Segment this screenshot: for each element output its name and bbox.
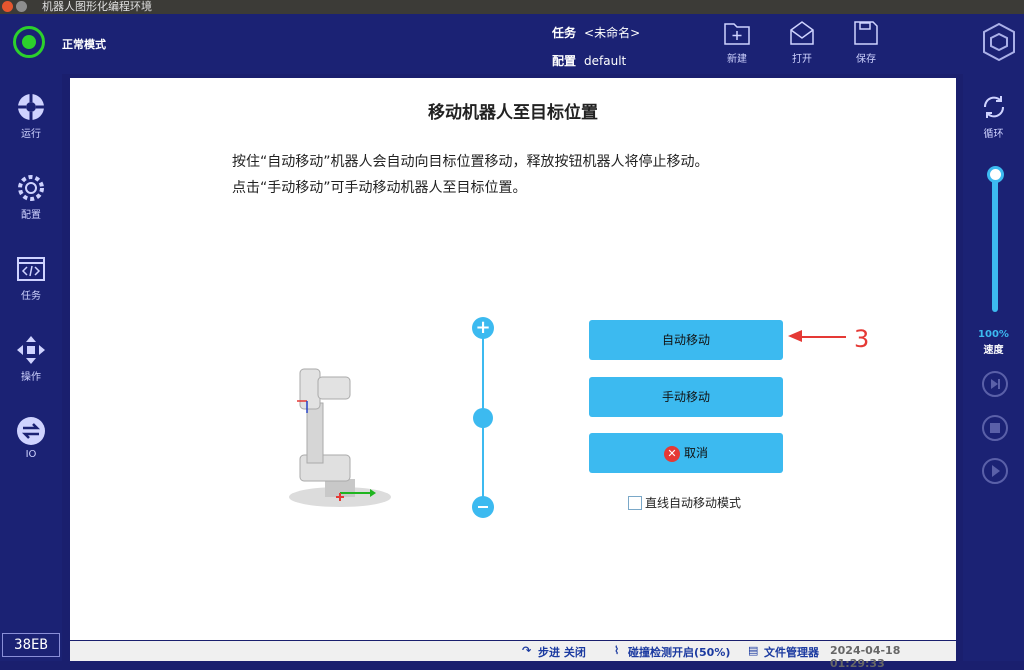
stop-icon — [990, 423, 1000, 433]
sidebar-item-label: IO — [25, 449, 37, 460]
task-value: <未命名> — [584, 26, 641, 40]
auto-move-button[interactable]: 自动移动 — [589, 320, 783, 360]
config-label: 配置 — [552, 54, 577, 68]
file-manager-link[interactable]: 文件管理器 — [764, 644, 819, 660]
task-info: 任务 <未命名> — [552, 24, 640, 41]
sidebar-item-label: 运行 — [21, 129, 41, 140]
right-panel: 循环 100% 速度 — [963, 74, 1024, 661]
speed-percent: 100% — [978, 329, 1009, 340]
save-button[interactable]: 保存 — [846, 20, 886, 65]
close-window-button[interactable] — [2, 1, 13, 12]
cancel-label: 取消 — [683, 446, 708, 460]
open-label: 打开 — [792, 54, 812, 65]
checkbox-box[interactable] — [628, 495, 642, 510]
open-button[interactable]: 打开 — [782, 20, 822, 65]
linear-mode-checkbox[interactable]: 直线自动移动模式 — [628, 494, 741, 511]
loop-button[interactable]: 循环 — [963, 92, 1024, 140]
step-icon: ↷ — [522, 644, 532, 657]
robot-arm-image — [289, 368, 391, 507]
speed-slider-track[interactable] — [992, 175, 998, 312]
step-forward-icon — [991, 379, 1000, 389]
cancel-button[interactable]: ✕ 取消 — [589, 433, 783, 473]
stop-button[interactable] — [982, 415, 1008, 441]
config-value: default — [584, 54, 627, 68]
window-titlebar: 机器人图形化编程环境 — [0, 0, 1024, 14]
jog-slider-handle[interactable] — [473, 408, 493, 428]
window-title: 机器人图形化编程环境 — [42, 0, 152, 13]
new-folder-icon — [724, 23, 750, 45]
page-title: 移动机器人至目标位置 — [428, 103, 598, 123]
linear-mode-label: 直线自动移动模式 — [645, 496, 742, 510]
datetime: 2024-04-18 01:29:33 — [830, 644, 901, 670]
mode-label: 正常模式 — [62, 38, 106, 51]
description-line-2: 点击“手动移动”可手动移动机器人至目标位置。 — [232, 180, 527, 196]
collision-icon: ⌇ — [614, 644, 620, 657]
save-label: 保存 — [856, 54, 876, 65]
annotation-arrow-icon — [788, 330, 846, 342]
sidebar-item-move[interactable]: 操作 — [0, 335, 62, 383]
sidebar-item-label: 任务 — [21, 291, 41, 302]
step-status[interactable]: 步进 关闭 — [538, 644, 586, 660]
io-icon — [17, 417, 45, 445]
app-logo-icon — [983, 22, 1015, 62]
open-icon — [790, 21, 814, 45]
new-button[interactable]: 新建 — [717, 20, 757, 65]
sidebar: 运行 配置 任务 操作 IO 38EB — [0, 74, 62, 661]
play-button[interactable] — [982, 458, 1008, 484]
minus-icon[interactable] — [472, 496, 494, 518]
minimize-window-button[interactable] — [16, 1, 27, 12]
main-panel: 移动机器人至目标位置 按住“自动移动”机器人会自动向目标位置移动，释放按钮机器人… — [70, 78, 956, 640]
sidebar-item-io[interactable]: IO — [0, 416, 62, 460]
sidebar-item-config[interactable]: 配置 — [0, 173, 62, 221]
task-icon — [17, 257, 45, 281]
header: 正常模式 任务 <未命名> 配置 default 新建 打开 保存 — [0, 14, 1024, 74]
config-icon — [18, 175, 44, 201]
status-indicator-icon — [13, 26, 45, 58]
new-label: 新建 — [727, 54, 747, 65]
sidebar-item-run[interactable]: 运行 — [0, 92, 62, 140]
sidebar-item-label: 配置 — [21, 210, 41, 221]
cancel-icon: ✕ — [663, 445, 680, 462]
save-icon — [854, 21, 878, 45]
manual-move-button[interactable]: 手动移动 — [589, 377, 783, 417]
step-forward-button[interactable] — [982, 371, 1008, 397]
file-manager-icon: ▤ — [748, 644, 759, 657]
run-icon — [18, 94, 44, 120]
task-label: 任务 — [552, 26, 577, 40]
description-line-1: 按住“自动移动”机器人会自动向目标位置移动，释放按钮机器人将停止移动。 — [232, 154, 709, 170]
sidebar-item-task[interactable]: 任务 — [0, 254, 62, 302]
annotation-number: 3 — [854, 325, 870, 353]
speed-label: 速度 — [983, 345, 1004, 356]
version-badge: 38EB — [2, 633, 60, 657]
play-icon — [992, 465, 1000, 477]
sidebar-item-label: 操作 — [21, 372, 41, 383]
status-bar: ↷ 步进 关闭 ⌇ 碰撞检测开启(50%) ▤ 文件管理器 2024-04-18… — [70, 641, 956, 670]
loop-icon — [983, 96, 1004, 118]
collision-status[interactable]: 碰撞检测开启(50%) — [628, 644, 730, 660]
loop-label: 循环 — [983, 129, 1004, 140]
config-info: 配置 default — [552, 52, 626, 69]
speed-slider-handle[interactable] — [987, 166, 1004, 183]
plus-icon[interactable]: + — [472, 317, 494, 339]
move-icon — [17, 336, 45, 364]
